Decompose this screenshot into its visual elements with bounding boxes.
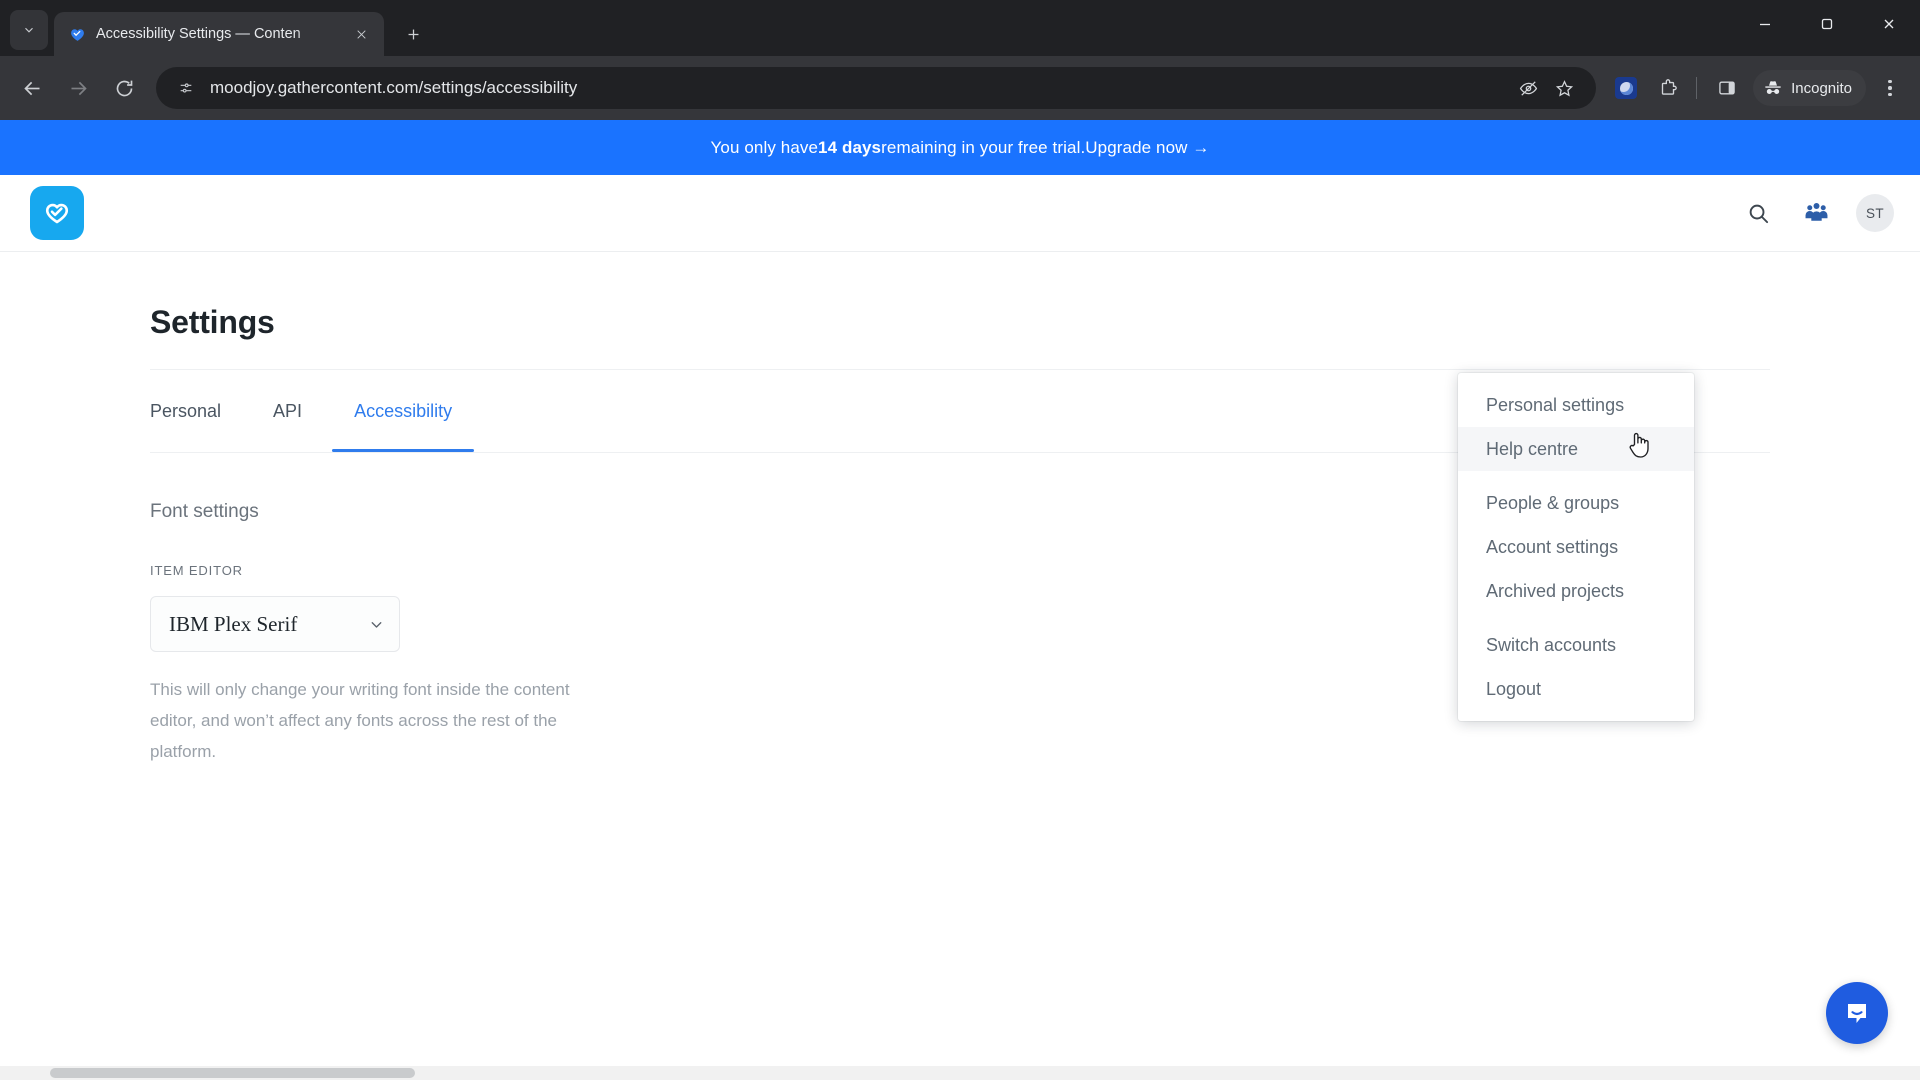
- scrollbar-thumb[interactable]: [50, 1068, 415, 1078]
- menu-separator: [1458, 613, 1694, 623]
- intercom-chat-icon: [1848, 1004, 1866, 1023]
- app-header-actions: ST: [1740, 194, 1894, 232]
- profile-label: Incognito: [1791, 79, 1852, 97]
- people-group-icon[interactable]: [1798, 195, 1834, 231]
- menu-item-label: Logout: [1486, 678, 1542, 699]
- incognito-hat-icon: [1765, 81, 1781, 94]
- toolbar-divider: [1696, 77, 1698, 99]
- banner-prefix: You only have: [710, 137, 819, 157]
- banner-days: 14 days: [818, 137, 882, 157]
- avatar-initials: ST: [1865, 205, 1885, 221]
- page-title-block: Settings: [0, 252, 1920, 369]
- browser-tab-title: Accessibility Settings — Conten: [96, 26, 301, 42]
- address-bar[interactable]: moodjoy.gathercontent.com/settings/acces…: [156, 67, 1597, 109]
- menu-item-people-groups[interactable]: People & groups: [1458, 481, 1694, 525]
- menu-item-archived-projects[interactable]: Archived projects: [1458, 569, 1694, 613]
- page-title: Settings: [150, 304, 275, 340]
- tab-api[interactable]: API: [273, 370, 302, 452]
- tab-api-label: API: [273, 400, 303, 421]
- intercom-chat-button[interactable]: [1826, 982, 1888, 1044]
- horizontal-scrollbar[interactable]: [0, 1066, 1920, 1080]
- tab-search-icon[interactable]: [10, 10, 48, 50]
- menu-item-label: Archived projects: [1486, 580, 1625, 601]
- menu-item-label: Help centre: [1486, 438, 1579, 459]
- avatar[interactable]: ST: [1856, 194, 1894, 232]
- back-arrow-icon[interactable]: [12, 68, 52, 108]
- tab-personal[interactable]: Personal: [150, 370, 221, 452]
- menu-item-account-settings[interactable]: Account settings: [1458, 525, 1694, 569]
- account-menu: Personal settings Help centre People & g…: [1458, 373, 1694, 721]
- tab-accessibility[interactable]: Accessibility: [332, 370, 475, 452]
- puzzle-piece-icon[interactable]: [1648, 68, 1688, 108]
- gathercontent-favicon: [68, 25, 86, 43]
- new-tab-button[interactable]: [396, 17, 430, 51]
- close-icon[interactable]: [348, 21, 374, 47]
- browser-window: Accessibility Settings — Conten moodjoy.…: [0, 0, 1920, 1080]
- extension-active-icon[interactable]: [1606, 68, 1646, 108]
- window-controls: [1734, 0, 1920, 48]
- eye-off-icon[interactable]: [1512, 72, 1544, 104]
- mouse-cursor-pointer: [1629, 433, 1649, 458]
- site-settings-icon[interactable]: [172, 74, 200, 102]
- gathercontent-logo[interactable]: [30, 186, 84, 240]
- menu-item-switch-accounts[interactable]: Switch accounts: [1458, 623, 1694, 667]
- tab-personal-label: Personal: [150, 400, 222, 421]
- menu-item-logout[interactable]: Logout: [1458, 667, 1694, 711]
- menu-item-label: Switch accounts: [1486, 634, 1617, 655]
- incognito-profile-button[interactable]: Incognito: [1753, 70, 1866, 106]
- star-icon[interactable]: [1548, 72, 1580, 104]
- font-help-text: This will only change your writing font …: [150, 680, 570, 761]
- minimize-icon[interactable]: [1734, 0, 1796, 48]
- font-select[interactable]: IBM Plex Serif: [150, 596, 400, 652]
- banner-suffix: remaining in your free trial.: [881, 137, 1086, 157]
- free-trial-banner[interactable]: You only have 14 days remaining in your …: [0, 120, 1920, 175]
- search-icon[interactable]: [1740, 195, 1776, 231]
- tab-accessibility-label: Accessibility: [354, 400, 453, 421]
- window-close-icon[interactable]: [1858, 0, 1920, 48]
- three-dot-menu-icon[interactable]: [1872, 68, 1908, 108]
- browser-tab-active[interactable]: Accessibility Settings — Conten: [54, 12, 384, 56]
- menu-item-personal-settings[interactable]: Personal settings: [1458, 383, 1694, 427]
- menu-item-label: Account settings: [1486, 536, 1619, 557]
- side-panel-icon[interactable]: [1707, 68, 1747, 108]
- app-header: ST: [0, 175, 1920, 252]
- forward-arrow-icon[interactable]: [58, 68, 98, 108]
- browser-toolbar: moodjoy.gathercontent.com/settings/acces…: [0, 56, 1920, 120]
- maximize-icon[interactable]: [1796, 0, 1858, 48]
- banner-upgrade-link[interactable]: Upgrade now →: [1085, 138, 1209, 158]
- menu-item-help-centre[interactable]: Help centre: [1458, 427, 1694, 471]
- menu-item-label: People & groups: [1486, 492, 1620, 513]
- menu-item-label: Personal settings: [1486, 394, 1625, 415]
- chevron-down-icon: [371, 621, 382, 628]
- address-bar-actions: [1512, 72, 1580, 104]
- reload-icon[interactable]: [104, 68, 144, 108]
- menu-separator: [1458, 471, 1694, 481]
- tab-strip: Accessibility Settings — Conten: [0, 0, 1920, 56]
- address-bar-url: moodjoy.gathercontent.com/settings/acces…: [210, 78, 578, 97]
- font-select-value: IBM Plex Serif: [169, 611, 298, 636]
- page-viewport: You only have 14 days remaining in your …: [0, 120, 1920, 1080]
